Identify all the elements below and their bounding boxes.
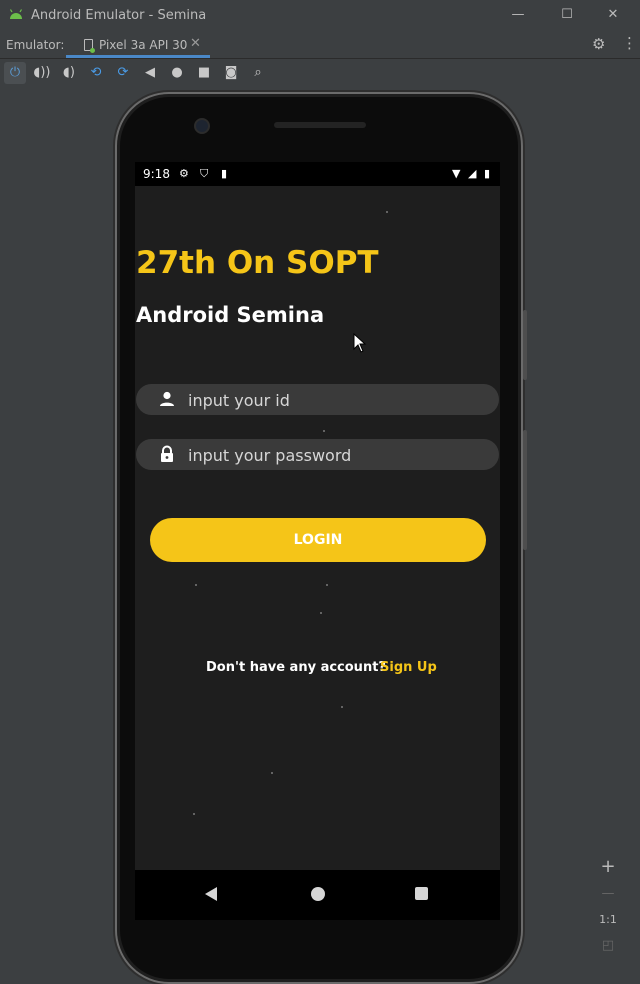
sd-card-status-icon: ▮ [221,167,228,180]
background-star [320,612,322,614]
tab-label: Pixel 3a API 30 [99,38,188,52]
id-field[interactable] [136,384,499,417]
background-star [326,584,328,586]
navigation-bar [135,870,500,920]
signup-row: Don't have any account? Sign Up [135,660,500,680]
signal-icon: ◢ [468,167,477,180]
nav-home-icon[interactable] [311,887,325,901]
login-button[interactable]: LOGIN [150,518,486,562]
login-screen: 27th On SOPT Android Semina LOGIN Don't … [135,186,500,870]
volume-up-icon[interactable]: ◖)) [31,62,53,84]
screenshot-icon[interactable]: ◙ [220,62,242,84]
minimize-button[interactable]: — [508,5,528,25]
overview-icon[interactable]: ■ [193,62,215,84]
status-bar: 9:18 ⚙ ⛉ ▮ ▼ ◢ ▮ [135,162,500,186]
power-side-button [523,310,527,380]
fit-screen-icon[interactable]: ◰ [596,938,620,953]
home-icon[interactable]: ● [166,62,188,84]
close-tab-icon[interactable]: ✕ [190,36,201,51]
background-star [341,706,343,708]
password-field[interactable] [136,439,499,472]
signup-link[interactable]: Sign Up [380,660,437,675]
back-icon[interactable]: ◀ [139,62,161,84]
nav-back-icon[interactable] [205,887,217,901]
zoom-out-button[interactable]: — [596,886,620,901]
volume-side-button [523,430,527,550]
settings-status-icon: ⚙ [179,167,189,180]
rotate-right-icon[interactable]: ⟳ [112,62,134,84]
earpiece-speaker [274,122,366,128]
background-star [323,430,325,432]
wifi-icon: ▼ [452,167,461,180]
zoom-in-button[interactable]: + [596,856,620,877]
emulator-tab-bar: Emulator: Pixel 3a API 30 ✕ ⚙ ⋮ [0,32,640,59]
android-icon [9,9,23,19]
lock-icon [161,445,173,462]
rotate-left-icon[interactable]: ⟲ [85,62,107,84]
volume-down-icon[interactable]: ◖) [58,62,80,84]
background-star [386,211,388,213]
no-account-text: Don't have any account? [206,660,386,675]
emulator-label: Emulator: [6,38,65,52]
app-headline: 27th On SOPT [136,245,379,281]
nav-recents-icon[interactable] [415,887,428,900]
close-window-button[interactable]: ✕ [603,5,623,25]
password-input[interactable] [186,439,490,472]
mouse-cursor-icon [353,333,367,353]
more-options-icon[interactable]: ⋮ [622,34,637,52]
device-icon [84,39,95,53]
front-camera [194,118,210,134]
shield-status-icon: ⛉ [200,167,209,180]
battery-icon: ▮ [484,167,491,180]
status-time: 9:18 [143,167,170,181]
device-screen[interactable]: 9:18 ⚙ ⛉ ▮ ▼ ◢ ▮ 27th On SOPT Android Se… [135,162,500,920]
actual-size-button[interactable]: 1:1 [596,913,620,926]
person-icon [160,391,174,406]
background-star [193,813,195,815]
id-input[interactable] [186,384,490,417]
app-subheadline: Android Semina [136,303,325,327]
background-star [195,584,197,586]
power-icon[interactable]: ⏻ [4,62,26,84]
tab-pixel-3a[interactable]: Pixel 3a API 30 ✕ [66,32,210,58]
maximize-button[interactable]: ☐ [557,5,577,25]
settings-gear-icon[interactable]: ⚙ [592,35,605,53]
background-star [271,772,273,774]
zoom-icon[interactable]: ⌕ [247,62,269,84]
title-bar: Android Emulator - Semina — ☐ ✕ [0,0,640,32]
emulator-toolbar: ⏻ ◖)) ◖) ⟲ ⟳ ◀ ● ■ ◙ ⌕ [0,59,640,87]
window-title: Android Emulator - Semina [31,8,207,23]
